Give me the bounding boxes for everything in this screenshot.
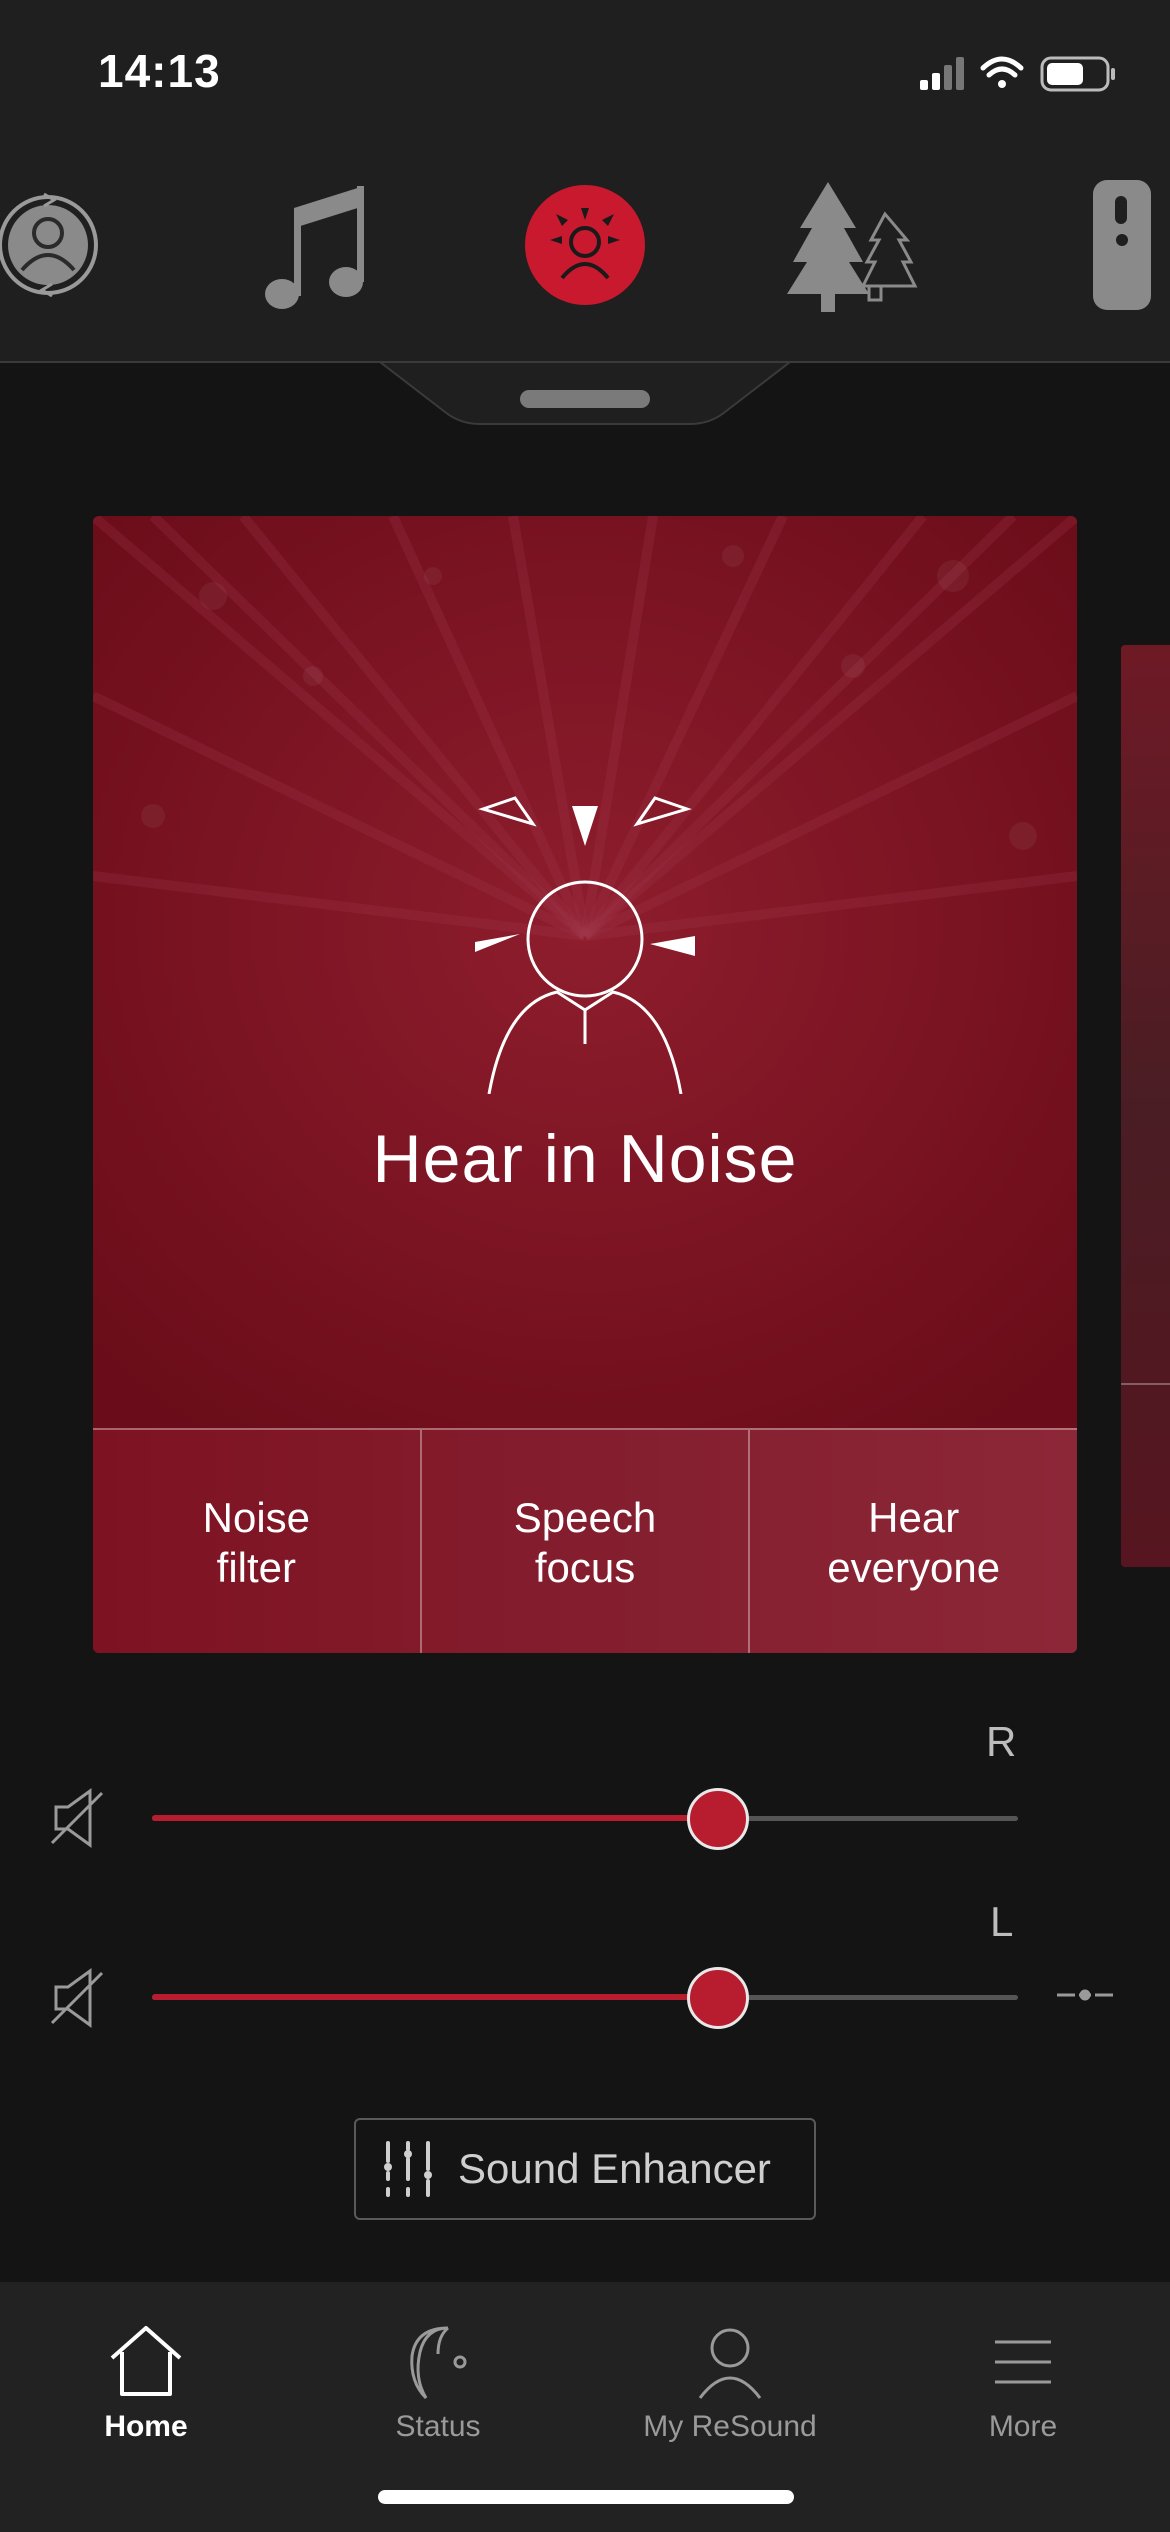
option-noise-filter[interactable]: Noise filter (93, 1430, 422, 1653)
tab-status[interactable]: Status (328, 2302, 548, 2452)
option-hear-everyone[interactable]: Hear everyone (750, 1430, 1077, 1653)
tab-home[interactable]: Home (36, 2302, 256, 2452)
equalizer-icon (384, 2141, 432, 2197)
option-label-line1: Hear (868, 1493, 960, 1541)
person-icon (698, 2328, 762, 2399)
slider-thumb[interactable] (687, 1788, 749, 1850)
right-volume-slider[interactable] (152, 1788, 1018, 1850)
program-card[interactable]: Hear in Noise Noise filter Speech focus He… (93, 516, 1077, 1653)
battery-icon (1040, 56, 1115, 92)
slider-thumb[interactable] (687, 1967, 749, 2029)
next-program-card-peek[interactable] (1121, 645, 1170, 1567)
program-person-cycle[interactable] (0, 170, 115, 320)
slider-fill (152, 1815, 718, 1821)
home-indicator (378, 2490, 794, 2504)
mute-right-icon[interactable] (48, 1783, 108, 1853)
option-label-line1: Noise (202, 1493, 311, 1541)
program-outdoor[interactable] (785, 170, 920, 320)
tab-home-label: Home (104, 2410, 188, 2443)
left-volume-slider[interactable] (152, 1967, 1018, 2029)
slider-fill (152, 1994, 718, 2000)
option-label-line1: Speech (513, 1493, 657, 1541)
option-speech-focus[interactable]: Speech focus (422, 1430, 751, 1653)
noise-options: Noise filter Speech focus Hear everyone (93, 1428, 1077, 1653)
program-hear-in-noise[interactable] (520, 170, 650, 320)
tab-more-label: More (988, 2410, 1058, 2443)
home-icon (110, 2326, 182, 2396)
handle-bar (520, 390, 650, 408)
status-time: 14:13 (98, 45, 221, 97)
peek-divider (1121, 1383, 1170, 1385)
program-header: 14:13 (0, 0, 1170, 363)
option-label-line2: filter (216, 1543, 297, 1591)
program-title: Hear in Noise (372, 1121, 798, 1197)
sound-enhancer-button[interactable]: Sound Enhancer (354, 2118, 816, 2220)
tab-status-label: Status (395, 2410, 481, 2443)
mute-left-icon[interactable] (48, 1963, 108, 2033)
option-label-line2: everyone (827, 1543, 1001, 1591)
music-note-icon (265, 186, 364, 309)
person-cycle-icon (0, 192, 98, 298)
signal-icon (920, 57, 964, 90)
pull-handle-tab[interactable] (380, 360, 790, 430)
tab-my-resound-label: My ReSound (643, 2410, 817, 2443)
hear-in-noise-large-icon (475, 796, 695, 1094)
hear-in-noise-icon (525, 185, 645, 305)
remote-mic-icon (1093, 180, 1151, 310)
right-volume-label: R (986, 1718, 1017, 1765)
hearing-aid-icon (410, 2326, 467, 2400)
option-label-line2: focus (534, 1543, 636, 1591)
tab-my-resound[interactable]: My ReSound (620, 2302, 840, 2452)
left-volume-label: L (990, 1898, 1014, 1945)
wifi-icon (980, 56, 1024, 88)
status-icons (920, 56, 1115, 92)
status-bar: 14:13 (0, 0, 1170, 150)
program-remote-mic[interactable] (1085, 170, 1155, 320)
outdoor-trees-icon (787, 182, 918, 312)
tab-more[interactable]: More (913, 2302, 1133, 2452)
program-music[interactable] (260, 170, 370, 320)
program-carousel (0, 170, 1170, 320)
sound-enhancer-label: Sound Enhancer (458, 2145, 771, 2192)
menu-icon (995, 2340, 1051, 2384)
link-sliders-icon[interactable] (1055, 1980, 1115, 2010)
